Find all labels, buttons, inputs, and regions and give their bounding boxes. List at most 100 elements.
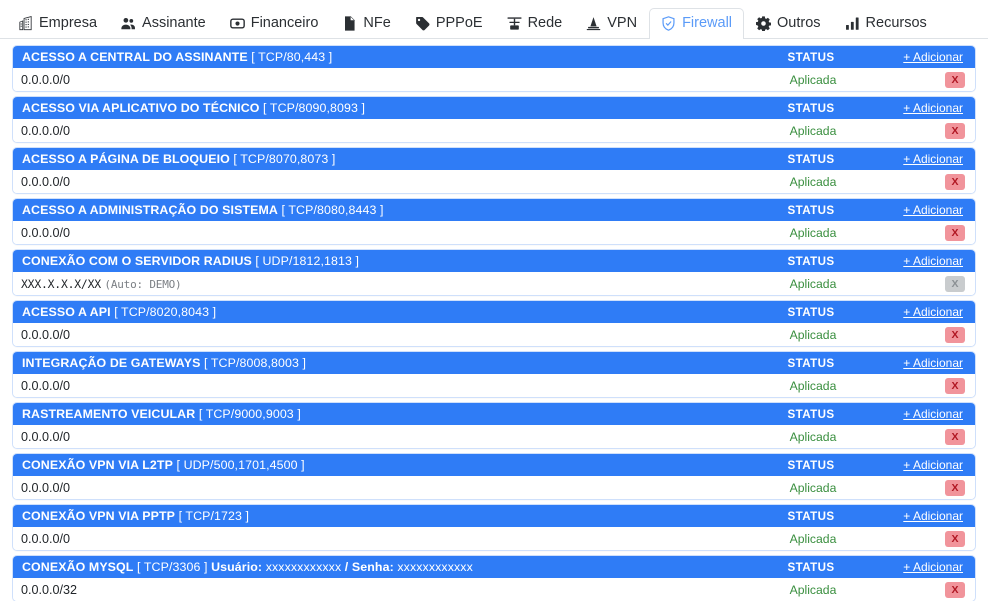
firewall-rule-ports: [ UDP/500,1701,4500 ] xyxy=(176,458,305,472)
firewall-rule-header: ACESSO A CENTRAL DO ASSINANTE [ TCP/80,4… xyxy=(13,46,975,68)
nav-tab-label: Empresa xyxy=(39,15,98,32)
firewall-rule-body: 0.0.0.0/0 Aplicada X xyxy=(13,323,975,346)
delete-button-cell: X xyxy=(873,581,969,598)
delete-rule-button[interactable]: X xyxy=(945,71,965,88)
firewall-rule-cidr-value[interactable]: 0.0.0.0/0 xyxy=(21,379,70,393)
firewall-rule-title: ACESSO A ADMINISTRAÇÃO DO SISTEMA [ TCP/… xyxy=(22,203,751,217)
firewall-rule-body: 0.0.0.0/0 Aplicada X xyxy=(13,374,975,397)
add-rule-link[interactable]: + Adicionar xyxy=(871,356,967,370)
status-badge: Aplicada xyxy=(789,480,837,495)
firewall-rule-cidr-value[interactable]: 0.0.0.0/32 xyxy=(21,583,77,597)
firewall-rule-cidr-value[interactable]: 0.0.0.0/0 xyxy=(21,73,70,87)
add-rule-link[interactable]: + Adicionar xyxy=(871,560,967,574)
cash-icon xyxy=(229,16,245,31)
nav-tab-rede[interactable]: Rede xyxy=(495,8,575,39)
delete-button-cell: X xyxy=(873,122,969,139)
delete-rule-button[interactable]: X xyxy=(945,122,965,139)
delete-button-cell: X xyxy=(873,71,969,88)
status-badge: Aplicada xyxy=(789,72,837,87)
firewall-rule-cidr-value[interactable]: 0.0.0.0/0 xyxy=(21,430,70,444)
main-navigation-bar: Empresa Assinante Financeiro NFe PPPoE Rede VP… xyxy=(0,0,988,39)
add-rule-link[interactable]: + Adicionar xyxy=(871,50,967,64)
status-column-header: STATUS xyxy=(787,152,835,166)
add-rule-link[interactable]: + Adicionar xyxy=(871,152,967,166)
firewall-rule-card: ACESSO VIA APLICATIVO DO TÉCNICO [ TCP/8… xyxy=(12,96,976,143)
firewall-rule-name: ACESSO A ADMINISTRAÇÃO DO SISTEMA xyxy=(22,203,278,217)
firewall-rule-cidr-value[interactable]: XXX.X.X.X/XX xyxy=(21,277,101,291)
add-rule-link[interactable]: + Adicionar xyxy=(871,407,967,421)
firewall-rule-cidr-row: 0.0.0.0/0 xyxy=(13,430,753,444)
nav-tab-empresa[interactable]: Empresa xyxy=(6,8,109,39)
gear-icon xyxy=(756,16,772,31)
delete-rule-button[interactable]: X xyxy=(945,224,965,241)
nav-tab-assinante[interactable]: Assinante xyxy=(109,8,218,39)
firewall-rule-header: ACESSO A PÁGINA DE BLOQUEIO [ TCP/8070,8… xyxy=(13,148,975,170)
nav-tab-firewall[interactable]: Firewall xyxy=(649,8,745,39)
nav-tab-label: Outros xyxy=(777,15,821,32)
firewall-rule-card: CONEXÃO MYSQL [ TCP/3306 ] Usuário: xxxx… xyxy=(12,555,976,601)
delete-rule-button[interactable]: X xyxy=(945,428,965,445)
nav-tab-financeiro[interactable]: Financeiro xyxy=(218,8,331,39)
delete-button-cell: X xyxy=(873,377,969,394)
firewall-rule-cidr-value[interactable]: 0.0.0.0/0 xyxy=(21,481,70,495)
status-column-header: STATUS xyxy=(787,203,835,217)
tag-icon xyxy=(415,16,430,31)
add-rule-link[interactable]: + Adicionar xyxy=(871,458,967,472)
firewall-rule-sep: / xyxy=(344,560,349,574)
firewall-rule-body: 0.0.0.0/0 Aplicada X xyxy=(13,425,975,448)
add-rule-link[interactable]: + Adicionar xyxy=(871,509,967,523)
firewall-rule-cidr-value[interactable]: 0.0.0.0/0 xyxy=(21,532,70,546)
nav-tab-nfe[interactable]: NFe xyxy=(330,8,402,39)
firewall-rule-user-value: xxxxxxxxxxxx xyxy=(265,560,342,574)
nav-tab-label: PPPoE xyxy=(435,15,483,32)
firewall-rule-body: 0.0.0.0/0 Aplicada X xyxy=(13,527,975,550)
firewall-rule-cidr-value[interactable]: 0.0.0.0/0 xyxy=(21,226,70,240)
firewall-rule-user-label: Usuário: xyxy=(211,560,263,574)
firewall-rule-password-label: Senha: xyxy=(351,560,394,574)
firewall-rule-body: 0.0.0.0/0 Aplicada X xyxy=(13,170,975,193)
add-rule-link[interactable]: + Adicionar xyxy=(871,101,967,115)
nav-tab-recursos[interactable]: Recursos xyxy=(833,8,939,39)
firewall-rule-cidr-row: 0.0.0.0/0 xyxy=(13,481,753,495)
firewall-rule-card: CONEXÃO VPN VIA PPTP [ TCP/1723 ] STATUS +… xyxy=(12,504,976,551)
firewall-rule-title: ACESSO VIA APLICATIVO DO TÉCNICO [ TCP/8… xyxy=(22,101,751,115)
status-column-header: STATUS xyxy=(787,254,835,268)
delete-rule-button[interactable]: X xyxy=(945,326,965,343)
nav-tab-pppoe[interactable]: PPPoE xyxy=(403,8,495,39)
firewall-rule-header: ACESSO VIA APLICATIVO DO TÉCNICO [ TCP/8… xyxy=(13,97,975,119)
firewall-rule-ports: [ TCP/1723 ] xyxy=(178,509,250,523)
firewall-rule-ports: [ TCP/80,443 ] xyxy=(251,50,333,64)
add-rule-link[interactable]: + Adicionar xyxy=(871,254,967,268)
firewall-rule-header: CONEXÃO COM O SERVIDOR RADIUS [ UDP/1812… xyxy=(13,250,975,272)
nav-tab-outros[interactable]: Outros xyxy=(744,8,833,39)
firewall-rule-name: INTEGRAÇÃO DE GATEWAYS xyxy=(22,356,201,370)
status-badge: Aplicada xyxy=(789,429,837,444)
delete-rule-button[interactable]: X xyxy=(945,377,965,394)
firewall-rule-body: 0.0.0.0/0 Aplicada X xyxy=(13,476,975,499)
firewall-rule-cidr-value[interactable]: 0.0.0.0/0 xyxy=(21,175,70,189)
firewall-rule-cidr-row: 0.0.0.0/0 xyxy=(13,379,753,393)
delete-rule-button: X xyxy=(945,275,965,292)
firewall-rule-body: 0.0.0.0/32 Aplicada X xyxy=(13,578,975,601)
firewall-rule-card: RASTREAMENTO VEICULAR [ TCP/9000,9003 ] S… xyxy=(12,402,976,449)
firewall-rule-title: CONEXÃO COM O SERVIDOR RADIUS [ UDP/1812… xyxy=(22,254,751,268)
status-badge: Aplicada xyxy=(789,276,837,291)
add-rule-link[interactable]: + Adicionar xyxy=(871,305,967,319)
firewall-rule-cidr-row: 0.0.0.0/0 xyxy=(13,226,753,240)
delete-rule-button[interactable]: X xyxy=(945,479,965,496)
add-rule-link[interactable]: + Adicionar xyxy=(871,203,967,217)
delete-rule-button[interactable]: X xyxy=(945,173,965,190)
delete-button-cell: X xyxy=(873,428,969,445)
nav-tab-label: VPN xyxy=(607,15,638,32)
nav-tab-vpn[interactable]: VPN xyxy=(574,8,649,39)
status-badge: Aplicada xyxy=(789,327,837,342)
firewall-rule-cidr-row: 0.0.0.0/32 xyxy=(13,583,753,597)
firewall-rule-ports: [ TCP/9000,9003 ] xyxy=(198,407,301,421)
firewall-rule-cidr-value[interactable]: 0.0.0.0/0 xyxy=(21,124,70,138)
status-column-header: STATUS xyxy=(787,50,835,64)
firewall-rule-cidr-value[interactable]: 0.0.0.0/0 xyxy=(21,328,70,342)
delete-rule-button[interactable]: X xyxy=(945,530,965,547)
cone-icon xyxy=(586,16,601,31)
delete-rule-button[interactable]: X xyxy=(945,581,965,598)
firewall-rule-cidr-row: 0.0.0.0/0 xyxy=(13,532,753,546)
